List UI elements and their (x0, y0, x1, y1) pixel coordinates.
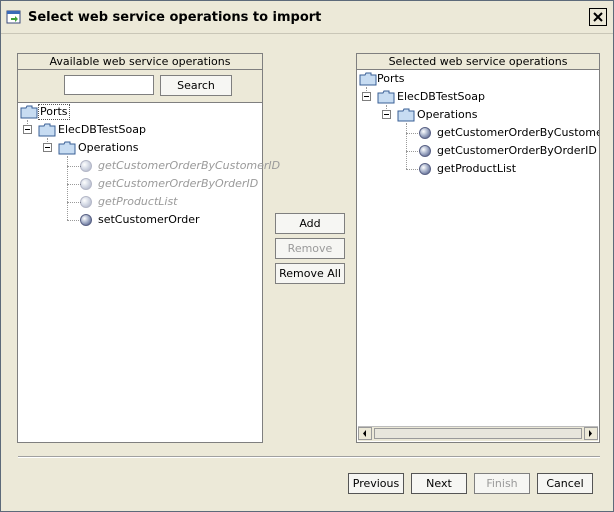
tree-node-operations[interactable]: Operations (18, 139, 178, 157)
search-input[interactable] (64, 75, 154, 95)
collapse-toggle[interactable] (43, 143, 52, 152)
operation-ball-icon (80, 214, 92, 226)
available-operations-header: Available web service operations (18, 54, 262, 70)
tree-node-label: Operations (78, 141, 139, 154)
operation-label: getProductList (437, 162, 517, 175)
selected-operations-header: Selected web service operations (357, 54, 599, 70)
collapse-toggle[interactable] (23, 125, 32, 134)
operation-label: getCustomerOrderByOrderID (437, 144, 597, 157)
operation-item[interactable]: getProductList (18, 193, 262, 211)
close-button[interactable] (589, 8, 607, 26)
operation-ball-icon (419, 163, 431, 175)
tree-node-service[interactable]: ElecDBTestSoap (357, 88, 517, 106)
tree-node-label: Operations (417, 108, 478, 121)
operation-ball-icon (80, 178, 92, 190)
folder-icon (359, 72, 377, 86)
operation-ball-icon (80, 196, 92, 208)
tree-node-label: ElecDBTestSoap (58, 123, 146, 136)
operation-item[interactable]: getCustomerOrderByCustomerID (18, 157, 280, 175)
folder-icon (38, 123, 56, 137)
folder-icon (58, 141, 76, 155)
folder-icon (20, 105, 38, 119)
remove-all-button[interactable]: Remove All (275, 263, 345, 284)
tree-node-label: ElecDBTestSoap (397, 90, 485, 103)
available-operations-panel: Available web service operations Search … (17, 53, 280, 443)
tree-node-label: Ports (377, 72, 405, 85)
remove-button[interactable]: Remove (275, 238, 345, 259)
operation-item[interactable]: getProductList (357, 160, 599, 178)
operation-label: getCustomerOrderByCustomerID (98, 159, 281, 172)
operation-ball-icon (419, 127, 431, 139)
operation-ball-icon (419, 145, 431, 157)
add-button[interactable]: Add (275, 213, 345, 234)
scroll-left-button[interactable] (358, 427, 372, 440)
finish-button[interactable]: Finish (474, 473, 530, 494)
collapse-toggle[interactable] (382, 110, 391, 119)
footer-separator (18, 456, 600, 458)
previous-button[interactable]: Previous (348, 473, 404, 494)
tree-node-operations[interactable]: Operations (357, 106, 517, 124)
import-dialog: Select web service operations to import … (0, 0, 614, 512)
scroll-track[interactable] (374, 428, 582, 439)
operation-label: getCustomerOrderByOrderID (98, 177, 259, 190)
tree-node-ports[interactable]: Ports (18, 103, 78, 121)
title-bar: Select web service operations to import (1, 1, 613, 34)
collapse-toggle[interactable] (362, 92, 371, 101)
operation-ball-icon (80, 160, 92, 172)
operation-item[interactable]: getCustomerOrderByCustomerID (357, 124, 599, 142)
operation-label: setCustomerOrder (98, 213, 200, 226)
operation-item[interactable]: setCustomerOrder (18, 211, 262, 229)
import-window-icon (6, 9, 22, 25)
arrow-left-icon (363, 430, 366, 437)
dialog-title: Select web service operations to import (28, 10, 322, 25)
search-button[interactable]: Search (160, 75, 232, 96)
operation-label: getProductList (98, 195, 178, 208)
operation-label: getCustomerOrderByCustomerID (437, 126, 599, 139)
next-button[interactable]: Next (411, 473, 467, 494)
available-operations-tree: Ports ElecDBTestSoap Operations getCusto… (18, 103, 280, 443)
cancel-button[interactable]: Cancel (537, 473, 593, 494)
selected-operations-panel: Selected web service operations Ports El… (356, 53, 600, 443)
operation-item[interactable]: getCustomerOrderByOrderID (18, 175, 262, 193)
folder-icon (377, 90, 395, 104)
tree-node-label: Ports (38, 104, 70, 120)
arrow-right-icon (589, 430, 592, 437)
horizontal-scrollbar[interactable] (358, 426, 598, 441)
search-bar: Search (18, 70, 262, 103)
close-icon (593, 12, 603, 22)
tree-node-ports[interactable]: Ports (357, 70, 417, 88)
folder-icon (397, 108, 415, 122)
selected-operations-tree: Ports ElecDBTestSoap Operations getCusto… (357, 70, 599, 426)
tree-node-service[interactable]: ElecDBTestSoap (18, 121, 178, 139)
scroll-right-button[interactable] (584, 427, 598, 440)
operation-item[interactable]: getCustomerOrderByOrderID (357, 142, 599, 160)
